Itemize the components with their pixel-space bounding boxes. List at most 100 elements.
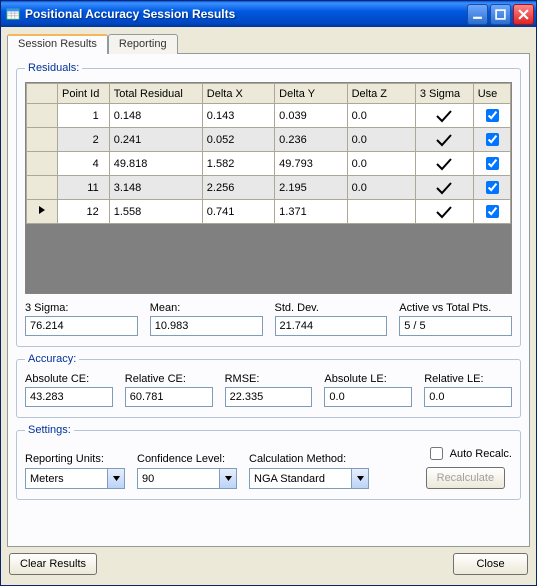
maximize-button[interactable] — [490, 4, 511, 25]
field-3sigma[interactable] — [25, 316, 138, 336]
checkbox-use[interactable] — [486, 133, 499, 146]
cell-delta-y[interactable]: 2.195 — [275, 176, 347, 200]
clear-results-button[interactable]: Clear Results — [9, 553, 97, 575]
group-settings-legend: Settings: — [25, 424, 74, 436]
cell-3sigma[interactable] — [415, 104, 473, 128]
row-header[interactable] — [27, 176, 58, 200]
field-rmse[interactable] — [225, 387, 313, 407]
col-point-id[interactable]: Point Id — [58, 84, 110, 104]
minimize-button[interactable] — [467, 4, 488, 25]
checkbox-use[interactable] — [486, 109, 499, 122]
checkbox-use[interactable] — [486, 205, 499, 218]
cell-point-id[interactable]: 12 — [58, 200, 110, 224]
cell-total-residual[interactable]: 49.818 — [109, 152, 202, 176]
row-header[interactable] — [27, 152, 58, 176]
cell-delta-z[interactable]: 0.0 — [347, 128, 415, 152]
cell-total-residual[interactable]: 0.148 — [109, 104, 202, 128]
cell-delta-y[interactable]: 1.371 — [275, 200, 347, 224]
label-relative-ce: Relative CE: — [125, 373, 213, 385]
label-absolute-le: Absolute LE: — [324, 373, 412, 385]
col-delta-y[interactable]: Delta Y — [275, 84, 347, 104]
cell-point-id[interactable]: 1 — [58, 104, 110, 128]
field-relative-ce[interactable] — [125, 387, 213, 407]
cell-total-residual[interactable]: 3.148 — [109, 176, 202, 200]
cell-point-id[interactable]: 4 — [58, 152, 110, 176]
cell-delta-z[interactable] — [347, 200, 415, 224]
combo-reporting-units[interactable] — [25, 468, 125, 489]
col-3sigma[interactable]: 3 Sigma — [415, 84, 473, 104]
window: Positional Accuracy Session Results Sess… — [0, 0, 537, 586]
row-header[interactable] — [27, 104, 58, 128]
row-header[interactable] — [27, 200, 58, 224]
col-use[interactable]: Use — [473, 84, 510, 104]
cell-point-id[interactable]: 11 — [58, 176, 110, 200]
cell-delta-x[interactable]: 1.582 — [202, 152, 274, 176]
titlebar: Positional Accuracy Session Results — [1, 1, 536, 27]
cell-3sigma[interactable] — [415, 128, 473, 152]
cell-use[interactable] — [473, 104, 510, 128]
col-delta-x[interactable]: Delta X — [202, 84, 274, 104]
cell-delta-z[interactable]: 0.0 — [347, 176, 415, 200]
cell-point-id[interactable]: 2 — [58, 128, 110, 152]
chevron-down-icon[interactable] — [108, 468, 125, 489]
cell-use[interactable] — [473, 152, 510, 176]
label-auto-recalc: Auto Recalc. — [450, 448, 512, 460]
cell-total-residual[interactable]: 1.558 — [109, 200, 202, 224]
cell-use[interactable] — [473, 128, 510, 152]
chevron-down-icon[interactable] — [220, 468, 237, 489]
label-reporting-units: Reporting Units: — [25, 453, 125, 465]
combo-calculation-method[interactable] — [249, 468, 369, 489]
table-row[interactable]: 20.2410.0520.2360.0 — [27, 128, 511, 152]
checkbox-use[interactable] — [486, 181, 499, 194]
label-mean: Mean: — [150, 302, 263, 314]
cell-delta-x[interactable]: 2.256 — [202, 176, 274, 200]
table-row[interactable]: 113.1482.2562.1950.0 — [27, 176, 511, 200]
cell-use[interactable] — [473, 176, 510, 200]
field-stddev[interactable] — [275, 316, 388, 336]
cell-delta-y[interactable]: 0.039 — [275, 104, 347, 128]
combo-calc-method-input[interactable] — [249, 468, 352, 489]
cell-3sigma[interactable] — [415, 200, 473, 224]
cell-3sigma[interactable] — [415, 176, 473, 200]
combo-confidence-level[interactable] — [137, 468, 237, 489]
cell-delta-z[interactable]: 0.0 — [347, 104, 415, 128]
cell-use[interactable] — [473, 200, 510, 224]
group-accuracy: Accuracy: Absolute CE: Relative CE: RMSE… — [16, 353, 521, 418]
combo-reporting-units-input[interactable] — [25, 468, 108, 489]
cell-3sigma[interactable] — [415, 152, 473, 176]
cell-delta-y[interactable]: 0.236 — [275, 128, 347, 152]
recalculate-button[interactable]: Recalculate — [426, 467, 505, 489]
label-3sigma: 3 Sigma: — [25, 302, 138, 314]
chevron-down-icon[interactable] — [352, 468, 369, 489]
field-mean[interactable] — [150, 316, 263, 336]
cell-total-residual[interactable]: 0.241 — [109, 128, 202, 152]
cell-delta-x[interactable]: 0.052 — [202, 128, 274, 152]
table-row[interactable]: 10.1480.1430.0390.0 — [27, 104, 511, 128]
checkbox-use[interactable] — [486, 157, 499, 170]
tab-session-results[interactable]: Session Results — [7, 34, 108, 54]
cell-delta-x[interactable]: 0.741 — [202, 200, 274, 224]
table-row[interactable]: 121.5580.7411.371 — [27, 200, 511, 224]
close-button[interactable] — [513, 4, 534, 25]
window-title: Positional Accuracy Session Results — [25, 7, 467, 21]
col-delta-z[interactable]: Delta Z — [347, 84, 415, 104]
checkbox-auto-recalc[interactable] — [430, 447, 443, 460]
client-area: Session Results Reporting Residuals: — [1, 27, 536, 585]
group-residuals-legend: Residuals: — [25, 62, 82, 74]
cell-delta-y[interactable]: 49.793 — [275, 152, 347, 176]
row-header[interactable] — [27, 128, 58, 152]
cell-delta-x[interactable]: 0.143 — [202, 104, 274, 128]
combo-confidence-input[interactable] — [137, 468, 220, 489]
field-absolute-ce[interactable] — [25, 387, 113, 407]
col-total-residual[interactable]: Total Residual — [109, 84, 202, 104]
close-dialog-button[interactable]: Close — [453, 553, 528, 575]
label-confidence-level: Confidence Level: — [137, 453, 237, 465]
residuals-grid[interactable]: Point Id Total Residual Delta X Delta Y … — [25, 82, 512, 294]
field-active-vs-total[interactable] — [399, 316, 512, 336]
label-rmse: RMSE: — [225, 373, 313, 385]
tab-reporting[interactable]: Reporting — [108, 34, 178, 54]
table-row[interactable]: 449.8181.58249.7930.0 — [27, 152, 511, 176]
field-absolute-le[interactable] — [324, 387, 412, 407]
cell-delta-z[interactable]: 0.0 — [347, 152, 415, 176]
field-relative-le[interactable] — [424, 387, 512, 407]
